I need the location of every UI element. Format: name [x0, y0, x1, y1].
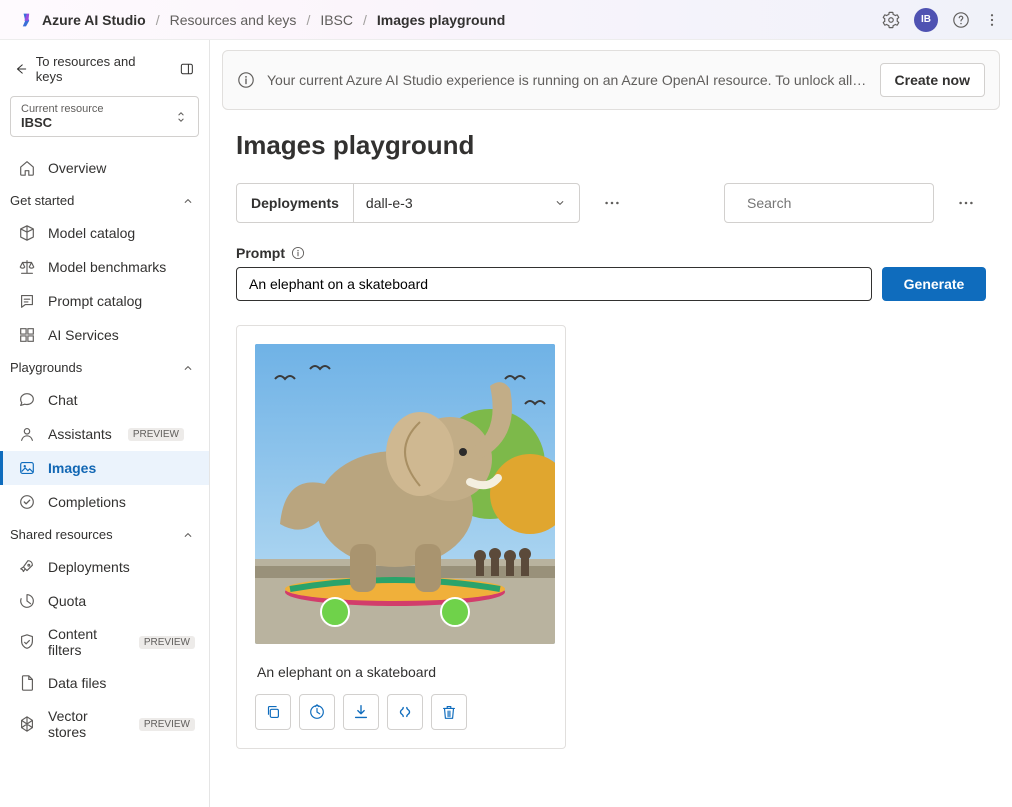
generated-image: [255, 344, 555, 644]
benchmarks-icon: [18, 258, 36, 276]
prompt-label-row: Prompt: [236, 245, 986, 261]
search-box[interactable]: [724, 183, 934, 223]
chat-icon: [18, 391, 36, 409]
chevron-down-icon: [553, 196, 567, 210]
ai-services-icon: [18, 326, 36, 344]
info-icon[interactable]: [291, 246, 305, 260]
quota-icon: [18, 592, 36, 610]
deployment-more-button[interactable]: [592, 183, 632, 223]
result-card: An elephant on a skateboard: [236, 325, 566, 749]
images-icon: [18, 459, 36, 477]
resource-label: Current resource: [21, 103, 104, 115]
help-icon[interactable]: [952, 11, 970, 29]
deployment-value: dall-e-3: [366, 195, 413, 211]
section-playgrounds: Playgrounds: [0, 352, 209, 383]
sidebar-item-images[interactable]: Images: [0, 451, 209, 485]
info-icon: [237, 71, 255, 89]
ellipsis-icon: [603, 194, 621, 212]
sidebar-item-data-files[interactable]: Data files: [0, 666, 209, 700]
sidebar-item-vector-stores[interactable]: Vector storesPREVIEW: [0, 700, 209, 748]
sidebar-item-model-benchmarks[interactable]: Model benchmarks: [0, 250, 209, 284]
home-icon: [18, 159, 36, 177]
chevron-up-icon[interactable]: [181, 194, 195, 208]
files-icon: [18, 674, 36, 692]
filters-icon: [18, 633, 36, 651]
back-label: To resources and keys: [36, 54, 164, 84]
create-now-button[interactable]: Create now: [880, 63, 985, 97]
download-icon: [352, 703, 370, 721]
toolbar: Deployments dall-e-3: [236, 183, 986, 223]
model-catalog-icon: [18, 224, 36, 242]
preview-badge: PREVIEW: [128, 428, 184, 441]
overview-label: Overview: [48, 160, 106, 176]
breadcrumb-resources[interactable]: Resources and keys: [170, 12, 297, 28]
code-icon: [396, 703, 414, 721]
sidebar-item-content-filters[interactable]: Content filtersPREVIEW: [0, 618, 209, 666]
back-link[interactable]: To resources and keys: [0, 40, 209, 96]
deployment-selector[interactable]: Deployments dall-e-3: [236, 183, 580, 223]
arrow-left-icon: [14, 62, 28, 76]
toolbar-more-button[interactable]: [946, 183, 986, 223]
deployments-icon: [18, 558, 36, 576]
sidebar-item-deployments[interactable]: Deployments: [0, 550, 209, 584]
preview-badge: PREVIEW: [139, 636, 195, 649]
sidebar-item-chat[interactable]: Chat: [0, 383, 209, 417]
prompt-label: Prompt: [236, 245, 285, 261]
copy-button[interactable]: [255, 694, 291, 730]
sidebar-item-prompt-catalog[interactable]: Prompt catalog: [0, 284, 209, 318]
sidebar: To resources and keys Current resource I…: [0, 40, 210, 807]
updown-icon: [174, 110, 188, 124]
chevron-up-icon[interactable]: [181, 528, 195, 542]
sidebar-item-model-catalog[interactable]: Model catalog: [0, 216, 209, 250]
vector-icon: [18, 715, 36, 733]
prompt-input[interactable]: [236, 267, 872, 301]
preview-badge: PREVIEW: [139, 718, 195, 731]
banner-message: Your current Azure AI Studio experience …: [267, 72, 868, 88]
resource-value: IBSC: [21, 115, 104, 130]
view-code-button[interactable]: [387, 694, 423, 730]
section-shared-resources: Shared resources: [0, 519, 209, 550]
delete-button[interactable]: [431, 694, 467, 730]
variations-button[interactable]: [299, 694, 335, 730]
info-banner: Your current Azure AI Studio experience …: [222, 50, 1000, 110]
variations-icon: [308, 703, 326, 721]
sidebar-item-quota[interactable]: Quota: [0, 584, 209, 618]
download-button[interactable]: [343, 694, 379, 730]
search-input[interactable]: [747, 195, 928, 211]
sidebar-item-overview[interactable]: Overview: [0, 151, 209, 185]
assistants-icon: [18, 425, 36, 443]
result-actions: [255, 694, 547, 730]
breadcrumb-project[interactable]: IBSC: [320, 12, 353, 28]
breadcrumb-current[interactable]: Images playground: [377, 12, 505, 28]
avatar[interactable]: IB: [914, 8, 938, 32]
section-get-started: Get started: [0, 185, 209, 216]
copy-icon: [264, 703, 282, 721]
result-caption: An elephant on a skateboard: [257, 664, 545, 680]
chevron-up-icon[interactable]: [181, 361, 195, 375]
ellipsis-icon: [957, 194, 975, 212]
product-logo: [18, 12, 34, 28]
completions-icon: [18, 493, 36, 511]
trash-icon: [440, 703, 458, 721]
prompt-catalog-icon: [18, 292, 36, 310]
settings-icon[interactable]: [882, 11, 900, 29]
more-icon[interactable]: [984, 11, 1000, 29]
page-title: Images playground: [236, 130, 986, 161]
collapse-panel-icon[interactable]: [179, 61, 195, 77]
sidebar-item-assistants[interactable]: AssistantsPREVIEW: [0, 417, 209, 451]
resource-selector[interactable]: Current resource IBSC: [10, 96, 199, 137]
generate-button[interactable]: Generate: [882, 267, 986, 301]
deployments-label: Deployments: [237, 184, 354, 222]
breadcrumb: Azure AI Studio / Resources and keys / I…: [42, 12, 505, 28]
sidebar-item-completions[interactable]: Completions: [0, 485, 209, 519]
app-header: Azure AI Studio / Resources and keys / I…: [0, 0, 1012, 40]
product-name[interactable]: Azure AI Studio: [42, 12, 146, 28]
sidebar-item-ai-services[interactable]: AI Services: [0, 318, 209, 352]
